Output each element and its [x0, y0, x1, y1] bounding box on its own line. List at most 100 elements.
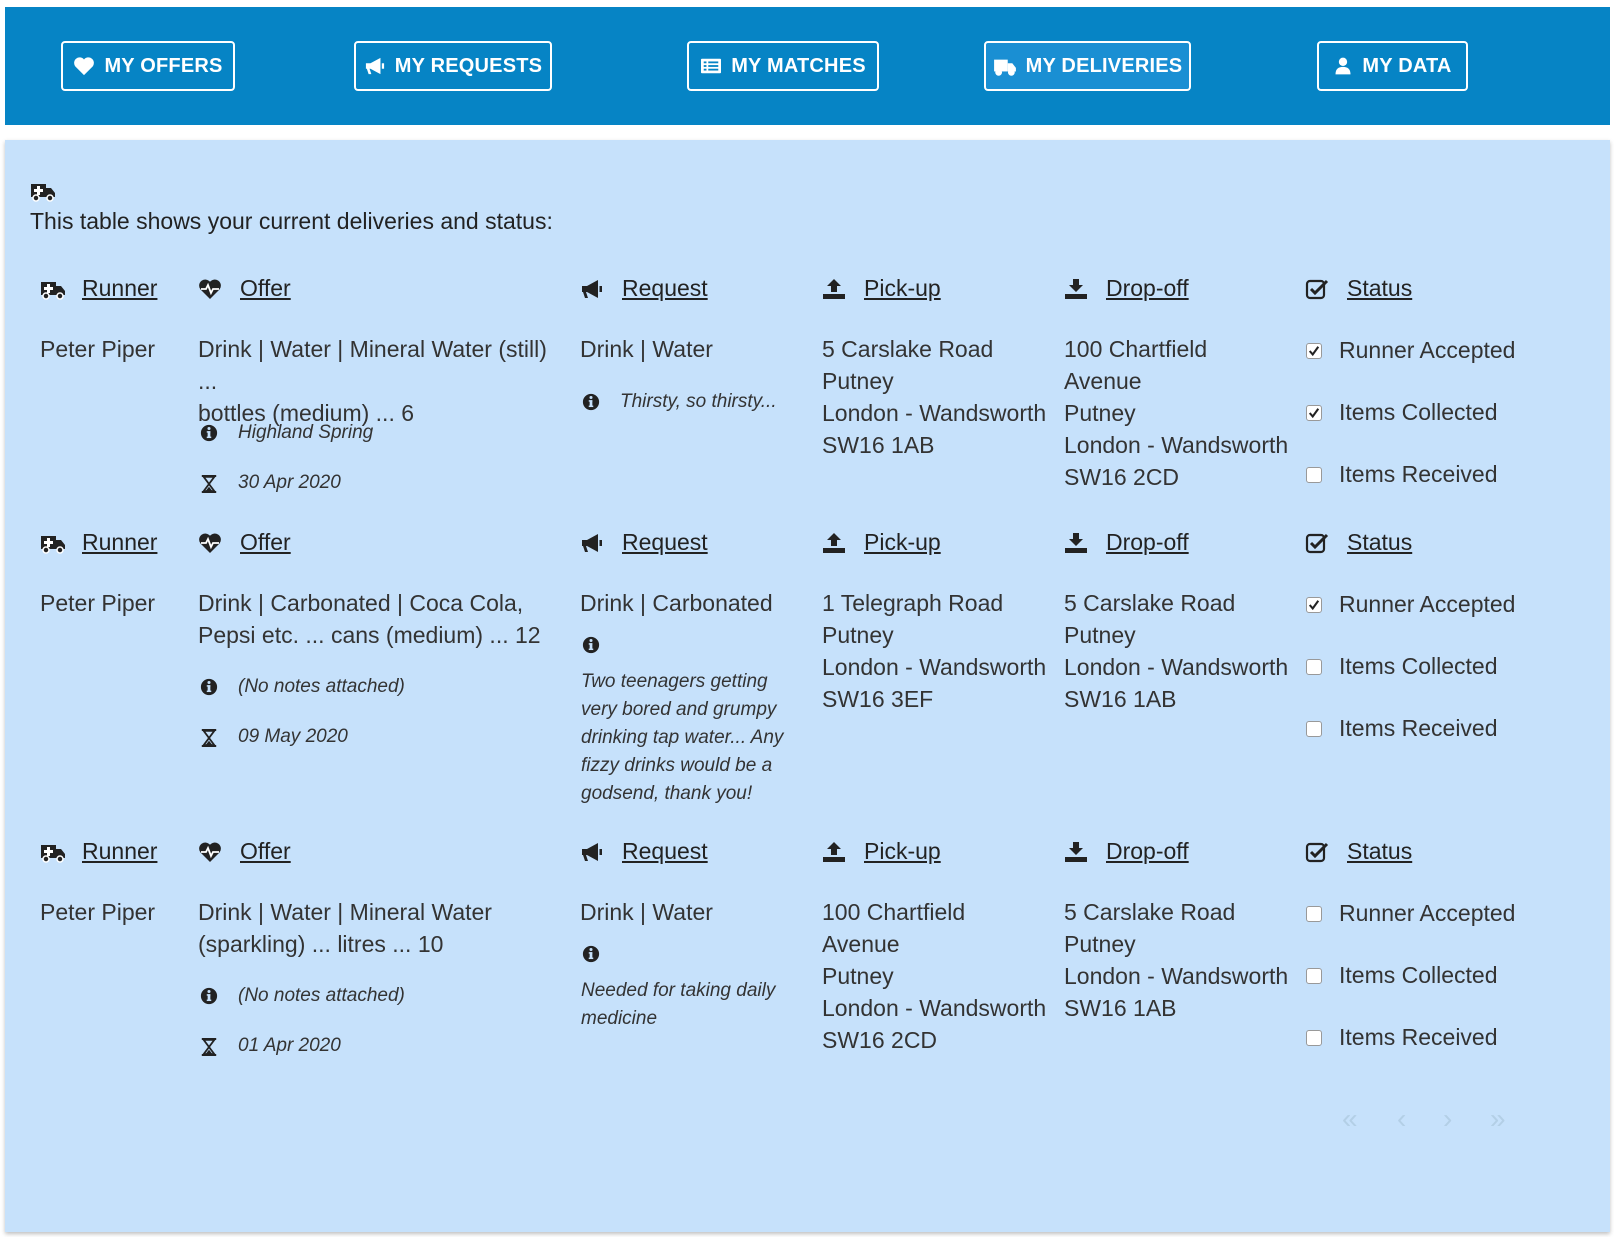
request-note: Needed for taking daily medicine	[581, 977, 775, 1033]
request-note-line: Needed for taking daily	[581, 980, 776, 1001]
pickup-header: Pick-up	[822, 529, 941, 556]
request-note-line: medicine	[581, 1008, 658, 1029]
address-line: London - Wandsworth	[1064, 963, 1289, 989]
download-icon	[1064, 532, 1090, 554]
status-received-label: Items Received	[1339, 715, 1498, 741]
offer-note: Highland Spring	[200, 422, 373, 444]
my-data-label: MY DATA	[1362, 54, 1452, 77]
offer-header: Offer	[198, 529, 291, 556]
dropoff-header-link[interactable]: Drop-off	[1106, 529, 1189, 556]
address-line: Putney	[822, 963, 894, 989]
request-note-text: Thirsty, so thirsty...	[620, 391, 777, 412]
offer-header-link[interactable]: Offer	[240, 838, 291, 865]
offer-date-text: 01 Apr 2020	[238, 1035, 341, 1056]
address-line: London - Wandsworth	[822, 400, 1047, 426]
request-title: Drink | Water	[580, 899, 713, 925]
status-accepted-checkbox[interactable]	[1306, 905, 1322, 922]
pickup-header-link[interactable]: Pick-up	[864, 838, 941, 865]
status-received-checkbox[interactable]	[1306, 1029, 1322, 1046]
my-data-button[interactable]: MY DATA	[1317, 41, 1468, 91]
next-page-button[interactable]: ›	[1443, 1103, 1452, 1135]
prev-page-button[interactable]: ‹	[1397, 1103, 1406, 1135]
check-square-icon	[1305, 278, 1331, 300]
pickup-address: 100 Chartfield Avenue Putney London - Wands…	[822, 896, 1046, 1056]
address-line: Putney	[1064, 931, 1136, 957]
status-received: Items Received	[1306, 1024, 1498, 1051]
offer-line: (sparkling) ... litres ... 10	[198, 931, 444, 957]
status-header-link[interactable]: Status	[1347, 529, 1412, 556]
pickup-address: 5 Carslake Road Putney London - Wandsworth…	[822, 333, 1046, 461]
request-note-line: godsend, thank you!	[581, 783, 753, 804]
status-received-label: Items Received	[1339, 1024, 1498, 1050]
dropoff-header-link[interactable]: Drop-off	[1106, 838, 1189, 865]
pickup-header-link[interactable]: Pick-up	[864, 275, 941, 302]
top-navbar: MY OFFERS MY REQUESTS MY MATCHES MY DELI…	[5, 7, 1610, 125]
my-requests-button[interactable]: MY REQUESTS	[354, 41, 552, 91]
pickup-address: 1 Telegraph Road Putney London - Wandswort…	[822, 587, 1046, 715]
upload-icon	[822, 841, 848, 863]
heartbeat-icon	[73, 56, 95, 76]
status-collected-checkbox[interactable]	[1306, 967, 1322, 984]
my-deliveries-button[interactable]: MY DELIVERIES	[984, 41, 1191, 91]
status-received-checkbox[interactable]	[1306, 466, 1322, 483]
request-header: Request	[580, 275, 708, 302]
info-circle-icon	[582, 636, 600, 659]
runner-header: Runner	[40, 529, 157, 556]
status-received: Items Received	[1306, 715, 1498, 742]
request-note: Thirsty, so thirsty...	[582, 391, 777, 413]
offer-line: Drink | Carbonated | Coca Cola,	[198, 590, 524, 616]
my-offers-label: MY OFFERS	[104, 54, 223, 77]
download-icon	[1064, 841, 1090, 863]
status-collected: Items Collected	[1306, 962, 1498, 989]
status-received-checkbox[interactable]	[1306, 720, 1322, 737]
offer-header-link[interactable]: Offer	[240, 275, 291, 302]
runner-name: Peter Piper	[40, 899, 156, 925]
my-offers-button[interactable]: MY OFFERS	[61, 41, 235, 91]
address-line: SW16 2CD	[1064, 464, 1180, 490]
offer-description: Drink | Water | Mineral Water (sparkling)…	[198, 896, 568, 960]
offer-note-text: (No notes attached)	[238, 985, 405, 1006]
hourglass-icon	[200, 1035, 220, 1057]
dropoff-header-link[interactable]: Drop-off	[1106, 275, 1189, 302]
last-page-button[interactable]: »	[1490, 1103, 1506, 1135]
offer-header-link[interactable]: Offer	[240, 529, 291, 556]
request-header-link[interactable]: Request	[622, 529, 708, 556]
status-collected-checkbox[interactable]	[1306, 658, 1322, 675]
status-accepted-checkbox[interactable]	[1306, 342, 1322, 359]
request-header-link[interactable]: Request	[622, 275, 708, 302]
request-title: Drink | Carbonated	[580, 590, 773, 616]
first-page-button[interactable]: «	[1342, 1103, 1358, 1135]
address-line: 5 Carslake Road	[1064, 590, 1236, 616]
status-header-link[interactable]: Status	[1347, 275, 1412, 302]
offer-note-text: Highland Spring	[238, 422, 374, 443]
pickup-header-link[interactable]: Pick-up	[864, 529, 941, 556]
status-accepted-label: Runner Accepted	[1339, 900, 1516, 926]
request-note-line: Two teenagers getting	[581, 671, 768, 692]
info-circle-icon	[582, 945, 600, 968]
runner-name: Peter Piper	[40, 590, 156, 616]
offer-date-text: 09 May 2020	[238, 726, 348, 747]
dropoff-header: Drop-off	[1064, 275, 1189, 302]
request-header-link[interactable]: Request	[622, 838, 708, 865]
request-note: Two teenagers getting very bored and grum…	[581, 668, 783, 808]
my-matches-button[interactable]: MY MATCHES	[687, 41, 879, 91]
status-collected-checkbox[interactable]	[1306, 404, 1322, 421]
request-note-line: fizzy drinks would be a	[581, 755, 773, 776]
my-matches-label: MY MATCHES	[731, 54, 866, 77]
offer-header: Offer	[198, 838, 291, 865]
offer-line: Drink | Water | Mineral Water (still) ..…	[198, 336, 547, 394]
address-line: Putney	[1064, 622, 1136, 648]
runner-header-link[interactable]: Runner	[82, 275, 157, 302]
runner-header-link[interactable]: Runner	[82, 529, 157, 556]
hourglass-icon	[200, 726, 220, 748]
status-collected-label: Items Collected	[1339, 399, 1498, 425]
dropoff-header: Drop-off	[1064, 529, 1189, 556]
intro-text: This table shows your current deliveries…	[30, 208, 553, 234]
status-header-link[interactable]: Status	[1347, 838, 1412, 865]
offer-line: Pepsi etc. ... cans (medium) ... 12	[198, 622, 541, 648]
info-circle-icon	[582, 391, 602, 411]
offer-header: Offer	[198, 275, 291, 302]
status-accepted-checkbox[interactable]	[1306, 596, 1322, 613]
runner-header-link[interactable]: Runner	[82, 838, 157, 865]
pickup-header: Pick-up	[822, 275, 941, 302]
